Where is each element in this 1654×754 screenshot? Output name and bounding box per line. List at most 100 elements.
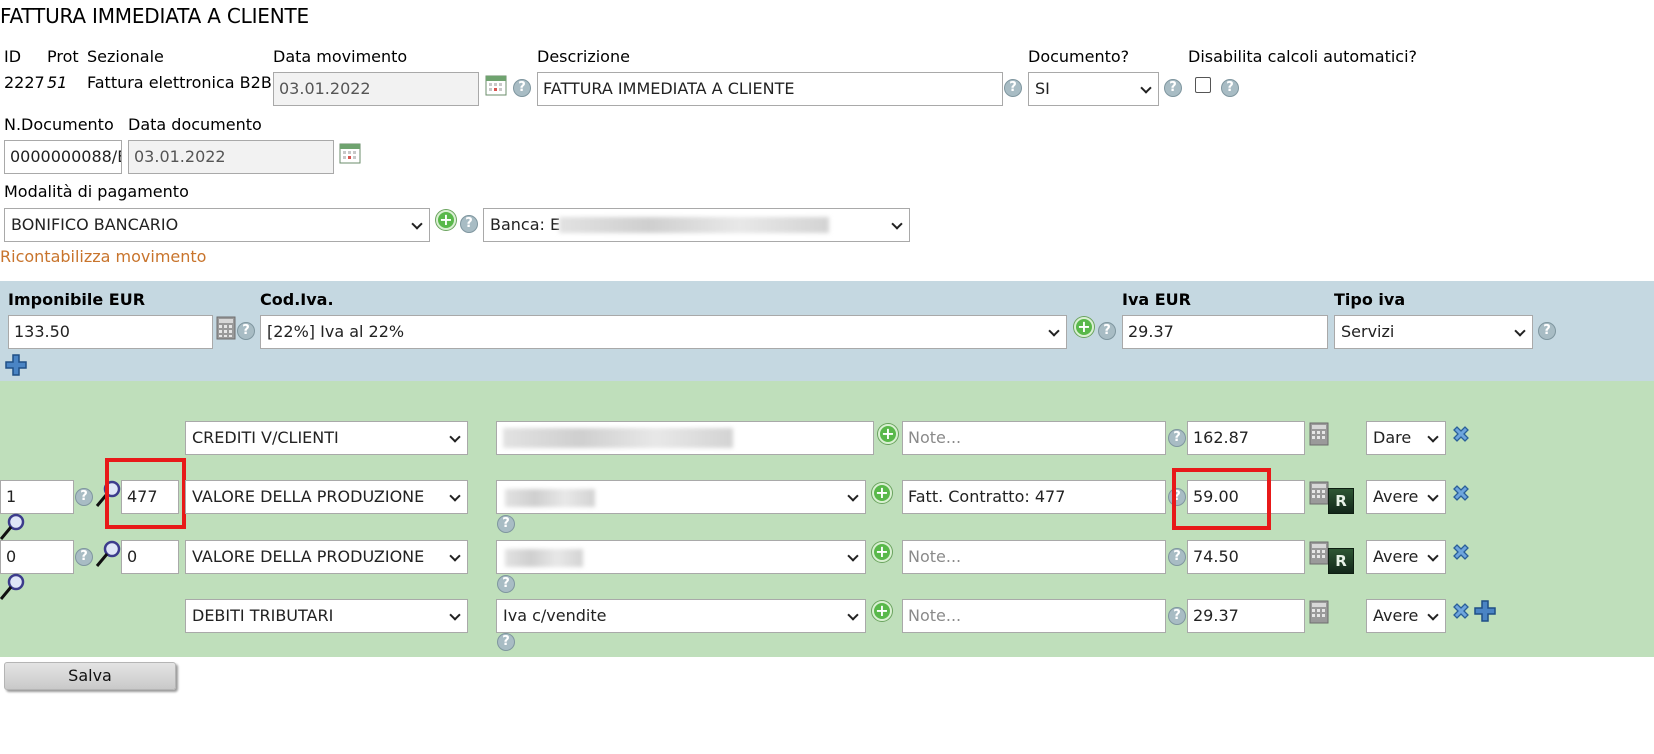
descrizione-input[interactable]: FATTURA IMMEDIATA A CLIENTE [537,72,1003,106]
ricontabilizza-link[interactable]: Ricontabilizza movimento [0,247,206,266]
importo-input[interactable]: 74.50 [1187,540,1305,574]
quantity-input[interactable]: 0 [0,540,74,574]
n-documento-input[interactable]: 0000000088/E [4,140,122,174]
code-input[interactable]: 0 [121,540,179,574]
cliente-input[interactable] [496,421,874,455]
modalita-pagamento-select[interactable]: BONIFICO BANCARIO [4,208,430,242]
save-button[interactable]: Salva [4,662,176,690]
modalita-selected-value: BONIFICO BANCARIO [11,215,179,234]
segno-selected-value: Dare [1373,428,1412,447]
delete-row-icon[interactable] [1451,542,1471,562]
calculator-icon[interactable] [1309,481,1329,505]
tipo-iva-selected-value: Servizi [1341,322,1395,341]
conto-select[interactable]: VALORE DELLA PRODUZIONE [185,540,468,574]
help-icon[interactable]: ? [1168,607,1186,625]
delete-row-icon[interactable] [1451,601,1471,621]
documento-label: Documento? [1028,47,1130,66]
conto-selected-value: DEBITI TRIBUTARI [192,606,334,625]
dare-avere-select[interactable]: Dare [1366,421,1446,455]
calculator-icon[interactable] [216,316,236,340]
calendar-icon[interactable] [339,142,361,164]
prot-value: 51 [47,73,68,92]
help-icon[interactable]: ? [497,575,515,593]
add-icon[interactable]: + [872,601,892,621]
add-row-icon[interactable] [4,353,28,377]
add-icon[interactable]: + [436,210,456,230]
help-icon[interactable]: ? [460,215,478,233]
add-icon[interactable]: + [878,424,898,444]
chevron-down-icon [847,490,859,502]
delete-row-icon[interactable] [1451,424,1471,444]
banca-select[interactable]: Banca: E [483,208,910,242]
note-input[interactable]: Note... [902,540,1166,574]
note-input[interactable]: Note... [902,421,1166,455]
chevron-down-icon [1427,431,1439,443]
add-row-icon[interactable] [1473,599,1497,623]
data-documento-input[interactable]: 03.01.2022 [128,140,334,174]
magnifier-icon[interactable] [0,572,28,602]
documento-select[interactable]: SI [1028,72,1159,106]
delete-row-icon[interactable] [1451,483,1471,503]
sottoconto-select[interactable]: Iva c/vendite [496,599,866,633]
help-icon[interactable]: ? [237,322,255,340]
add-icon[interactable]: + [872,542,892,562]
chevron-down-icon [449,550,461,562]
help-icon[interactable]: ? [75,548,93,566]
calculator-icon[interactable] [1309,600,1329,624]
redacted-bank-name [559,217,829,233]
disabilita-calcoli-checkbox[interactable] [1195,77,1211,93]
r-button[interactable]: R [1328,488,1354,514]
banca-selected-value: Banca: E [490,215,561,234]
id-label: ID [4,47,22,66]
help-icon[interactable]: ? [513,79,531,97]
note-input[interactable]: Note... [902,599,1166,633]
help-icon[interactable]: ? [1168,548,1186,566]
chevron-down-icon [1140,82,1152,94]
data-movimento-input[interactable]: 03.01.2022 [273,72,479,106]
cod-iva-select[interactable]: [22%] Iva al 22% [260,315,1067,349]
tipo-iva-select[interactable]: Servizi [1334,315,1533,349]
help-icon[interactable]: ? [497,515,515,533]
add-icon[interactable]: + [872,483,892,503]
chevron-down-icon [847,609,859,621]
sezionale-label: Sezionale [87,47,164,66]
quantity-input[interactable]: 1 [0,480,74,514]
help-icon[interactable]: ? [1538,322,1556,340]
imponibile-input[interactable]: 133.50 [8,315,213,349]
help-icon[interactable]: ? [1168,429,1186,447]
descrizione-label: Descrizione [537,47,630,66]
magnifier-icon[interactable] [94,539,122,569]
help-icon[interactable]: ? [1164,79,1182,97]
note-input[interactable]: Fatt. Contratto: 477 [902,480,1166,514]
id-value: 2227 [4,73,45,92]
importo-input[interactable]: 162.87 [1187,421,1305,455]
sottoconto-select[interactable] [496,480,866,514]
conto-selected-value: VALORE DELLA PRODUZIONE [192,487,425,506]
conto-select[interactable]: CREDITI V/CLIENTI [185,421,468,455]
dare-avere-select[interactable]: Avere [1366,480,1446,514]
calculator-icon[interactable] [1309,541,1329,565]
help-icon[interactable]: ? [1004,79,1022,97]
chevron-down-icon [1427,490,1439,502]
add-icon[interactable]: + [1074,317,1094,337]
help-icon[interactable]: ? [497,633,515,651]
chevron-down-icon [449,609,461,621]
magnifier-icon[interactable] [0,512,28,542]
iva-eur-input[interactable]: 29.37 [1122,315,1328,349]
conto-select[interactable]: VALORE DELLA PRODUZIONE [185,480,468,514]
importo-input[interactable]: 29.37 [1187,599,1305,633]
sottoconto-selected-value: Iva c/vendite [503,606,607,625]
data-documento-label: Data documento [128,115,262,134]
help-icon[interactable]: ? [75,488,93,506]
dare-avere-select[interactable]: Avere [1366,540,1446,574]
calendar-icon[interactable] [485,74,507,96]
redacted-sottoconto [505,549,583,567]
chevron-down-icon [411,218,423,230]
r-button[interactable]: R [1328,548,1354,574]
calculator-icon[interactable] [1309,422,1329,446]
dare-avere-select[interactable]: Avere [1366,599,1446,633]
sottoconto-select[interactable] [496,540,866,574]
help-icon[interactable]: ? [1098,322,1116,340]
help-icon[interactable]: ? [1221,79,1239,97]
conto-select[interactable]: DEBITI TRIBUTARI [185,599,468,633]
